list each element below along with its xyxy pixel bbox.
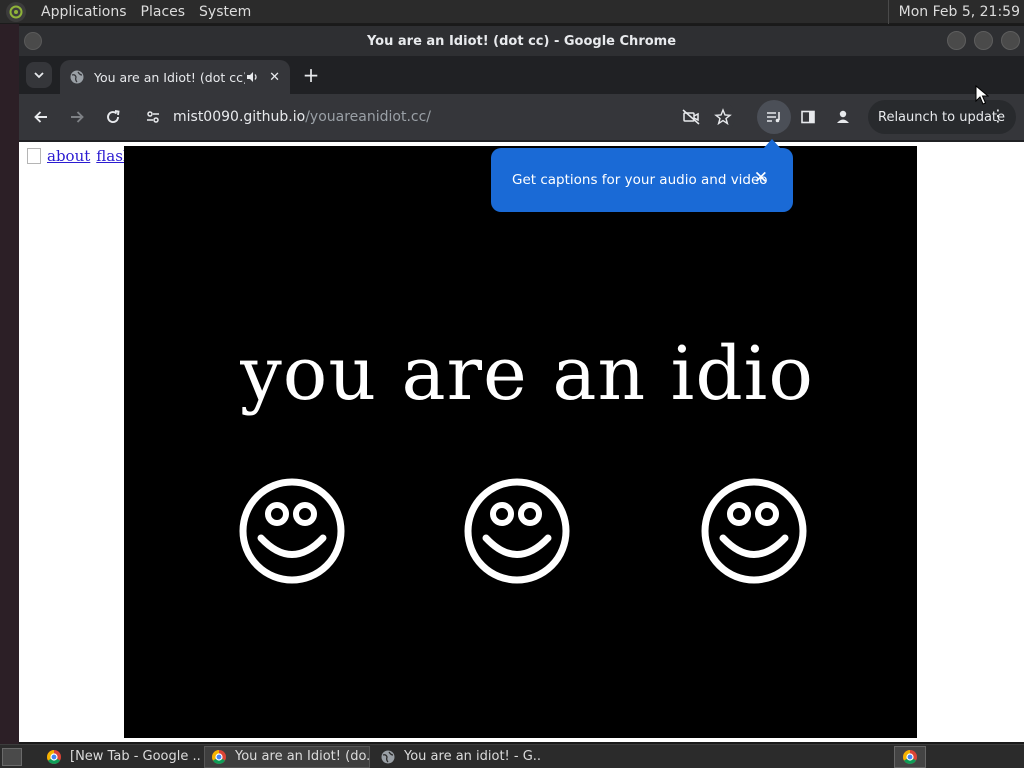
camera-blocked-icon[interactable]: [679, 105, 703, 129]
window-title: You are an Idiot! (dot cc) - Google Chro…: [366, 33, 677, 49]
media-queue-icon: [767, 112, 780, 123]
chrome-icon: [46, 749, 62, 765]
url-path: /youareanidiot.cc/: [305, 109, 432, 125]
taskbar-item-new-tab[interactable]: [New Tab - Google ...: [40, 746, 200, 768]
site-settings-icon[interactable]: [145, 109, 161, 125]
reload-button[interactable]: [101, 105, 125, 129]
relaunch-to-update-button[interactable]: Relaunch to update ⋮: [868, 100, 1016, 134]
arrow-right-icon: [71, 111, 84, 123]
speaker-icon[interactable]: [245, 70, 259, 84]
menu-system[interactable]: System: [192, 0, 258, 24]
menu-applications[interactable]: Applications: [34, 0, 134, 24]
smiley-face-icon: [701, 478, 807, 584]
distro-logo-icon[interactable]: [6, 1, 26, 22]
forward-button[interactable]: [65, 105, 89, 129]
profile-icon: [837, 110, 849, 123]
tab-strip: You are an Idiot! (dot cc) ✕ +: [19, 56, 1024, 94]
minimize-button[interactable]: [947, 31, 966, 50]
idiot-animation-stage: you are an idiot: [124, 146, 917, 738]
captions-promo-bubble: Get captions for your audio and video ✕: [491, 139, 793, 212]
top-panel: Applications Places System Mon Feb 5, 21…: [0, 0, 1024, 24]
taskbar-item-label: You are an idiot! - G...: [404, 749, 540, 764]
bottom-taskbar: [New Tab - Google ... You are an Idiot! …: [0, 744, 1024, 768]
back-button[interactable]: [29, 105, 53, 129]
address-bar[interactable]: mist0090.github.io/youareanidiot.cc/: [137, 100, 735, 134]
window-menu-button[interactable]: [24, 32, 42, 50]
taskbar-item-you-are-an-idiot-g[interactable]: You are an idiot! - G...: [374, 746, 540, 768]
taskbar-item-label: [New Tab - Google ...: [70, 749, 200, 764]
taskbar-item-you-are-an-idiot[interactable]: You are an Idiot! (do...: [204, 745, 370, 768]
arrow-left-icon: [34, 111, 47, 123]
side-panel-button[interactable]: [796, 105, 820, 129]
bookmark-star-icon[interactable]: [711, 105, 735, 129]
relaunch-label: Relaunch to update: [878, 109, 1006, 125]
chrome-window: You are an Idiot! (dot cc) - Google Chro…: [19, 26, 1024, 742]
chrome-menu-icon[interactable]: ⋮: [990, 106, 1006, 126]
smiley-face-icon: [239, 478, 345, 584]
url-host: mist0090.github.io: [173, 109, 306, 125]
page-links: about flash: [27, 147, 133, 165]
show-desktop-button[interactable]: [2, 747, 22, 766]
globe-icon: [380, 749, 396, 765]
reload-icon: [107, 110, 120, 123]
tray-chrome-icon[interactable]: [894, 746, 926, 768]
taskbar-item-label: You are an Idiot! (do...: [235, 749, 370, 764]
page-content: about flash you are an idiot: [19, 142, 1024, 742]
tab-active[interactable]: You are an Idiot! (dot cc) ✕: [60, 60, 290, 94]
panel-clock[interactable]: Mon Feb 5, 21:59: [887, 0, 1020, 24]
tab-title: You are an Idiot! (dot cc): [94, 69, 246, 85]
close-tab-icon[interactable]: ✕: [269, 70, 280, 85]
profile-button[interactable]: [831, 105, 855, 129]
desktop-background: [0, 24, 19, 744]
about-link[interactable]: about: [47, 147, 90, 165]
mouse-cursor-icon: [975, 85, 989, 105]
close-bubble-icon[interactable]: ✕: [754, 168, 768, 188]
chrome-icon: [211, 749, 227, 765]
new-tab-button[interactable]: +: [300, 63, 322, 87]
headline-text: you are an idiot: [240, 331, 812, 417]
side-panel-icon: [801, 110, 815, 124]
close-window-button[interactable]: [1001, 31, 1020, 50]
browser-toolbar: mist0090.github.io/youareanidiot.cc/ Rel…: [19, 94, 1024, 140]
window-titlebar[interactable]: You are an Idiot! (dot cc) - Google Chro…: [19, 26, 1024, 56]
maximize-button[interactable]: [974, 31, 993, 50]
captions-promo-text: Get captions for your audio and video: [512, 172, 768, 188]
chevron-down-icon: [34, 72, 44, 79]
globe-icon: [69, 69, 85, 85]
smiley-face-icon: [464, 478, 570, 584]
broken-image-icon: [27, 148, 41, 164]
menu-places[interactable]: Places: [134, 0, 193, 24]
live-captions-button[interactable]: [757, 100, 791, 134]
tab-search-button[interactable]: [26, 62, 52, 88]
